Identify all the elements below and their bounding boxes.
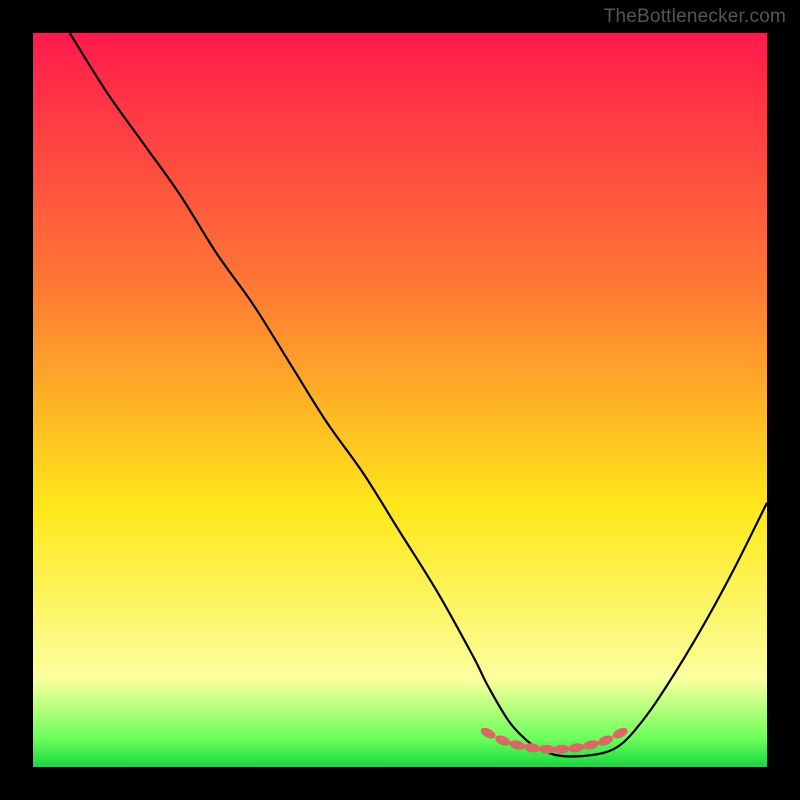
chart-container: TheBottlenecker.com [0,0,800,800]
plot-area [33,33,767,767]
bottleneck-chart [33,33,767,767]
watermark-text: TheBottlenecker.com [604,6,786,28]
